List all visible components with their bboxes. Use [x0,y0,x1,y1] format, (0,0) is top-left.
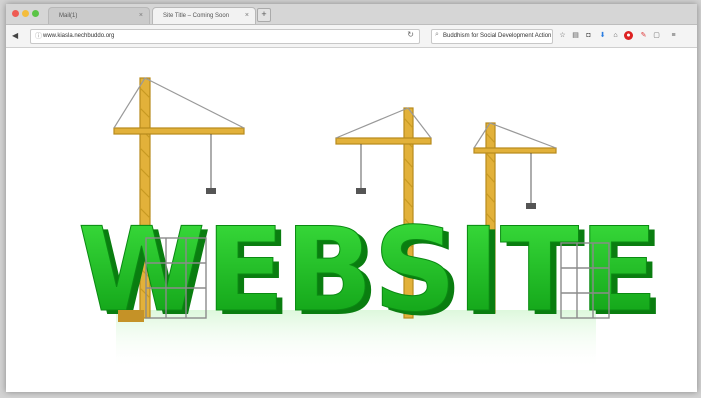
close-tab-icon[interactable]: × [139,12,143,19]
menu-icon[interactable]: ≡ [669,31,678,40]
new-tab-button[interactable]: + [257,8,271,22]
tab-label: Mail(1) [59,13,78,19]
tab-label: Site Title – Coming Soon [163,13,230,19]
back-arrow-icon[interactable]: ◀ [12,25,18,47]
pen-icon[interactable]: ✎ [639,31,648,40]
home-icon[interactable]: ⌂ [611,31,620,40]
desktop-background: Mail(1) × Site Title – Coming Soon × + ◀… [0,0,701,398]
search-icon: ⌕ [435,31,439,38]
maximize-window-button[interactable] [32,10,39,17]
star-icon[interactable]: ☆ [558,31,567,40]
pocket-icon[interactable]: ◘ [584,31,593,40]
extension-icon[interactable]: ▢ [652,31,661,40]
address-bar[interactable]: ⓘ www.kiasla.nechbuddo.org ↻ [30,29,420,44]
minimize-window-button[interactable] [22,10,29,17]
close-tab-icon[interactable]: × [245,12,249,19]
crane-base [118,310,144,322]
reader-icon[interactable]: ▤ [571,31,580,40]
tab-mail[interactable]: Mail(1) × [48,7,150,24]
download-icon[interactable]: ⬇ [598,31,607,40]
reload-icon[interactable]: ↻ [407,30,414,39]
address-text: www.kiasla.nechbuddo.org [43,33,115,39]
tab-site[interactable]: Site Title – Coming Soon × [152,7,256,24]
close-window-button[interactable] [12,10,19,17]
info-icon: ⓘ [35,33,42,40]
search-field[interactable]: ⌕ Buddhism for Social Development Action [431,29,553,44]
browser-window: Mail(1) × Site Title – Coming Soon × + ◀… [6,4,697,392]
page-content: WEBSITE WEBSITE [6,48,697,392]
navigation-bar: ◀ ⓘ www.kiasla.nechbuddo.org ↻ ⌕ Buddhis… [6,25,697,48]
website-construction-illustration: WEBSITE WEBSITE [77,77,664,370]
tab-bar: Mail(1) × Site Title – Coming Soon × + [6,4,697,25]
search-text: Buddhism for Social Development Action [443,33,552,39]
adblock-icon[interactable]: ● [624,31,633,40]
